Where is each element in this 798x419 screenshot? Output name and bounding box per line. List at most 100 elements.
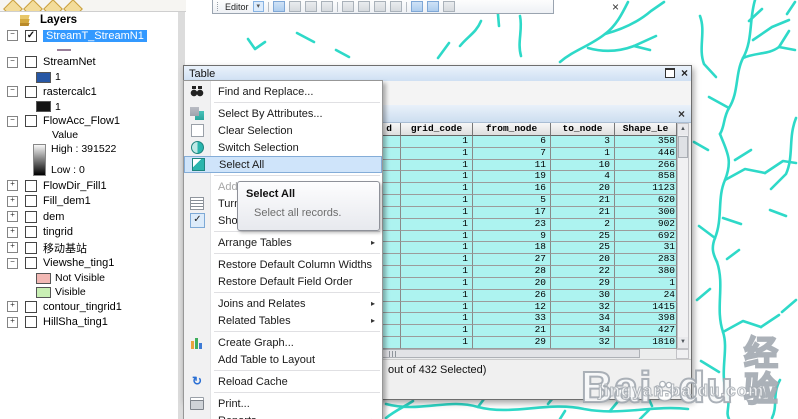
tool-icon[interactable]	[342, 1, 355, 12]
layer-label[interactable]: contour_tingrid1	[43, 301, 122, 313]
editor-dropdown-icon[interactable]: ▾	[252, 1, 265, 12]
expand-icon[interactable]: +	[7, 211, 18, 223]
menu-item-print[interactable]: Print...	[184, 395, 382, 412]
tool-icon[interactable]	[305, 1, 318, 12]
menu-item-switch-selection[interactable]: Switch Selection	[184, 139, 382, 156]
menu-item-find-and-replace[interactable]: Find and Replace...	[184, 83, 382, 100]
layer-checkbox[interactable]	[25, 115, 37, 128]
tool-icon[interactable]	[374, 1, 387, 12]
layer-row[interactable]: − rastercalc1	[0, 84, 178, 100]
menu-item-create-graph[interactable]: Create Graph...	[184, 334, 382, 351]
menu-item-related-tables[interactable]: Related Tables ▸	[184, 312, 382, 329]
collapse-icon[interactable]: −	[7, 56, 18, 68]
layer-checkbox[interactable]	[25, 226, 37, 239]
layer-checkbox[interactable]	[25, 210, 37, 223]
layer-label[interactable]: dem	[43, 211, 64, 223]
ramp-low-label: Low : 0	[51, 164, 85, 176]
table-cell: 29	[551, 277, 615, 290]
expand-icon[interactable]: +	[7, 195, 18, 207]
sketch-tool-icon[interactable]	[289, 1, 302, 12]
collapse-icon[interactable]: −	[7, 30, 18, 42]
expand-icon[interactable]: +	[7, 226, 18, 238]
tool-icon[interactable]	[443, 1, 456, 12]
toolbar-grip[interactable]	[217, 2, 221, 11]
layer-label[interactable]: StreamNet	[43, 56, 96, 68]
layer-label[interactable]: rastercalc1	[43, 86, 97, 98]
layer-checkbox[interactable]	[25, 316, 37, 329]
edit-tool-icon[interactable]	[273, 1, 286, 12]
layer-checkbox[interactable]	[25, 241, 37, 254]
expand-icon[interactable]: +	[7, 316, 18, 328]
layer-label[interactable]: HillSha_ting1	[43, 316, 108, 328]
layer-checkbox[interactable]	[25, 300, 37, 313]
column-header-Shape_Le[interactable]: Shape_Le	[615, 123, 677, 136]
layer-checkbox[interactable]	[25, 257, 37, 270]
layer-row[interactable]: − StreamNet	[0, 55, 178, 71]
maximize-icon[interactable]	[664, 68, 675, 78]
layer-row[interactable]: + HillSha_ting1	[0, 315, 178, 331]
layer-row[interactable]: + dem	[0, 209, 178, 225]
attribute-table-icon[interactable]	[411, 1, 424, 12]
layer-row[interactable]: + Fill_dem1	[0, 194, 178, 210]
menu-item-restore-default-column-widths[interactable]: Restore Default Column Widths	[184, 256, 382, 273]
toc-toolbar-icon[interactable]	[63, 0, 83, 11]
tool-icon[interactable]	[358, 1, 371, 12]
layer-checkbox[interactable]	[25, 85, 37, 98]
expand-icon[interactable]: +	[7, 301, 18, 313]
layer-checkbox[interactable]	[25, 195, 37, 208]
layer-label[interactable]: 移动基站	[43, 240, 87, 256]
hscroll-grip[interactable]	[389, 351, 397, 357]
layer-checkbox[interactable]: ✓	[25, 29, 37, 42]
table-cell: 7	[473, 147, 551, 160]
menu-item-restore-default-field-order[interactable]: Restore Default Field Order	[184, 273, 382, 290]
layer-row[interactable]: + contour_tingrid1	[0, 299, 178, 315]
tool-icon[interactable]	[390, 1, 403, 12]
layer-label[interactable]: Viewshe_ting1	[43, 257, 114, 269]
layer-checkbox[interactable]	[25, 179, 37, 192]
menu-item-arrange-tables[interactable]: Arrange Tables ▸	[184, 234, 382, 251]
layer-label[interactable]: Fill_dem1	[43, 195, 91, 207]
collapse-icon[interactable]: −	[7, 86, 18, 98]
column-header-grid_code[interactable]: grid_code	[401, 123, 473, 136]
menu-item-joins-and-relates[interactable]: Joins and Relates ▸	[184, 295, 382, 312]
vertical-scrollbar[interactable]: ▲ ▼	[677, 123, 689, 349]
menu-item-clear-selection[interactable]: Clear Selection	[184, 122, 382, 139]
layer-row[interactable]: + 移动基站	[0, 240, 178, 256]
editor-menu-label[interactable]: Editor	[225, 2, 249, 12]
layer-row[interactable]: + tingrid	[0, 225, 178, 241]
layer-label[interactable]: FlowDir_Fill1	[43, 180, 107, 192]
column-header-to_node[interactable]: to_node	[551, 123, 615, 136]
tool-icon[interactable]	[321, 1, 334, 12]
menu-item-list: Find and Replace... Select By Attributes.…	[184, 81, 382, 419]
tool-icon[interactable]	[427, 1, 440, 12]
collapse-icon[interactable]: −	[7, 257, 18, 269]
layer-label[interactable]: FlowAcc_Flow1	[43, 115, 120, 127]
column-header-from_node[interactable]: from_node	[473, 123, 551, 136]
scroll-up-icon[interactable]: ▲	[678, 124, 688, 135]
vscroll-thumb[interactable]	[678, 136, 688, 158]
layer-label[interactable]: StreamT_StreamN1	[43, 29, 147, 42]
layer-row[interactable]: − ✓ StreamT_StreamN1	[0, 28, 178, 44]
layer-label[interactable]: tingrid	[43, 226, 73, 238]
menu-item-add-table-to-layout[interactable]: Add Table to Layout	[184, 351, 382, 368]
expand-icon[interactable]: +	[7, 180, 18, 192]
toc-root[interactable]: Layers	[0, 11, 178, 28]
menu-item-reload-cache[interactable]: ↻ Reload Cache	[184, 373, 382, 390]
tab-close-icon[interactable]: ×	[678, 107, 685, 121]
layer-checkbox[interactable]	[25, 56, 37, 69]
menu-item-select-by-attributes[interactable]: Select By Attributes...	[184, 105, 382, 122]
table-cell: 25	[551, 242, 615, 255]
toc-toolbar-icon[interactable]	[3, 0, 23, 11]
expand-icon[interactable]: +	[7, 242, 18, 254]
menu-item-reports[interactable]: Reports▸	[184, 412, 382, 419]
menu-item-select-all[interactable]: Select All	[184, 156, 382, 173]
toc-toolbar-icon[interactable]	[23, 0, 43, 11]
collapse-icon[interactable]: −	[7, 115, 18, 127]
layer-row[interactable]: + FlowDir_Fill1	[0, 178, 178, 194]
table-cell: 21	[473, 325, 551, 338]
layer-row[interactable]: − FlowAcc_Flow1	[0, 114, 178, 130]
close-icon[interactable]: ×	[681, 67, 688, 79]
layer-row[interactable]: − Viewshe_ting1	[0, 256, 178, 272]
table-cell: 620	[615, 195, 677, 207]
toc-toolbar-icon[interactable]	[43, 0, 63, 11]
